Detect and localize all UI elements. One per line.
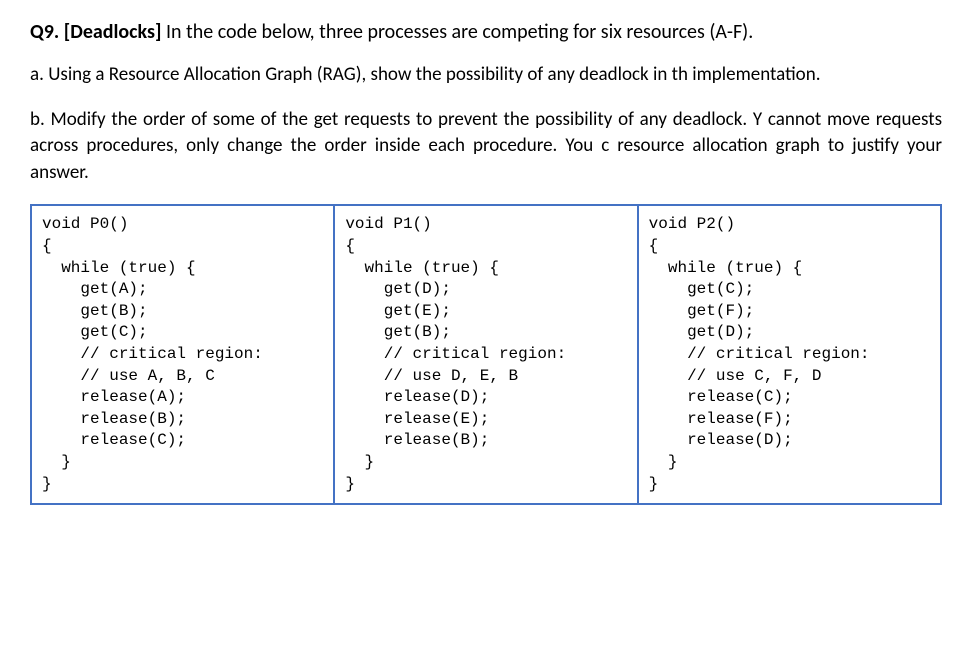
code-container: void P0() { while (true) { get(A); get(B… bbox=[30, 204, 942, 505]
question-number: Q9. bbox=[30, 20, 59, 44]
code-block-p1: void P1() { while (true) { get(D); get(E… bbox=[335, 204, 638, 505]
part-a: a. Using a Resource Allocation Graph (RA… bbox=[30, 62, 942, 89]
question-intro: In the code below, three processes are c… bbox=[166, 20, 753, 44]
part-b: b. Modify the order of some of the get r… bbox=[30, 107, 942, 187]
code-block-p0: void P0() { while (true) { get(A); get(B… bbox=[30, 204, 335, 505]
question-topic: [Deadlocks] bbox=[64, 20, 162, 44]
question-title: Q9. [Deadlocks] In the code below, three… bbox=[30, 20, 942, 44]
code-block-p2: void P2() { while (true) { get(C); get(F… bbox=[639, 204, 942, 505]
